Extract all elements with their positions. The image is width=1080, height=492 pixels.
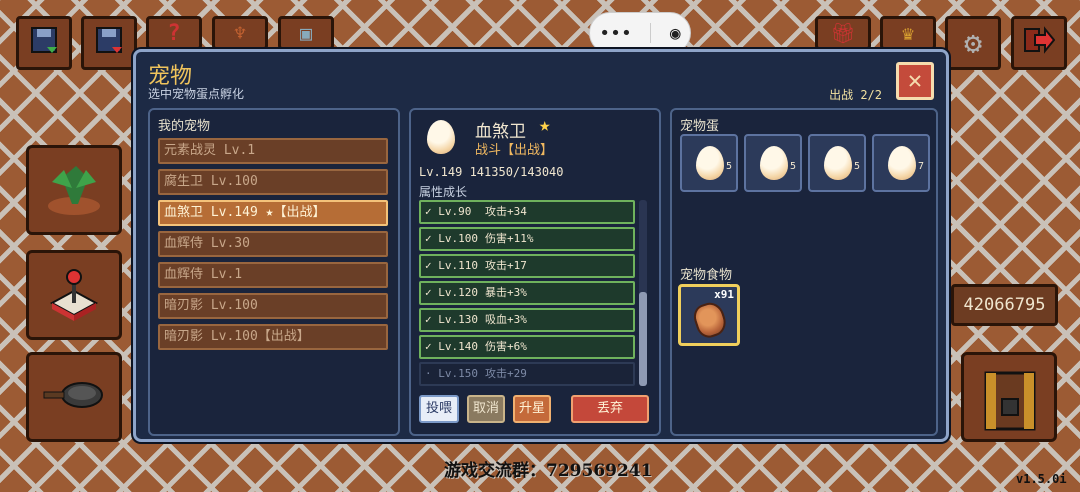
arcade-button[interactable] xyxy=(26,250,122,340)
dialog-subtitle: 选中宠物蛋点孵化 xyxy=(148,87,245,101)
egg-slot[interactable]: 5 xyxy=(744,134,802,192)
frying-pan-icon xyxy=(42,375,106,419)
close-button[interactable]: ✕ xyxy=(896,62,934,100)
cooking-button[interactable] xyxy=(26,352,122,442)
exit-button[interactable] xyxy=(1011,16,1067,70)
deploy-status: 出战 2/2 xyxy=(829,88,882,102)
attribute-row: ✓ Lv.120 暴击+3% xyxy=(419,281,635,305)
attribute-effect: 攻击+34 xyxy=(485,205,527,218)
gift-icon: 🎁︎ xyxy=(830,21,856,45)
attribute-effect: 攻击+17 xyxy=(485,259,527,272)
food-pouch-icon xyxy=(690,299,730,341)
egg-slot[interactable]: 5 xyxy=(808,134,866,192)
achievement-icon: ♆ xyxy=(233,21,247,45)
attribute-level: ✓ Lv.130 xyxy=(425,313,478,326)
discard-button[interactable]: 丢弃 xyxy=(571,395,649,423)
attribute-level: ✓ Lv.100 xyxy=(425,232,478,245)
egg-count: 5 xyxy=(789,161,796,172)
attribute-effect: 暴击+3% xyxy=(485,286,527,299)
settings-button[interactable]: ⚙ xyxy=(945,16,1001,70)
joystick-icon xyxy=(44,263,104,327)
attribute-row: ✓ Lv.140 伤害+6% xyxy=(419,335,635,359)
capsule-divider xyxy=(650,23,652,43)
load-button[interactable] xyxy=(81,16,137,70)
attribute-row-locked: · Lv.150 攻击+29 xyxy=(419,362,635,386)
gift-button[interactable]: 🎁︎ xyxy=(815,16,871,50)
garden-button[interactable] xyxy=(26,145,122,235)
version-label: v1.5.0i xyxy=(1016,472,1067,486)
attribute-row: ✓ Lv.130 吸血+3% xyxy=(419,308,635,332)
food-title: 宠物食物 xyxy=(680,268,733,283)
shop-icon: ▣ xyxy=(299,21,313,45)
egg-count: 5 xyxy=(853,161,860,172)
egg-slot[interactable]: 5 xyxy=(680,134,738,192)
attribute-row: ✓ Lv.100 伤害+11% xyxy=(419,227,635,251)
star-icon: ★ xyxy=(539,114,551,136)
egg-icon xyxy=(696,146,724,180)
egg-slot[interactable]: 7 xyxy=(872,134,930,192)
feed-button[interactable]: 投喂 xyxy=(419,395,459,423)
mini-program-capsule: ••• ◉ xyxy=(589,12,691,54)
more-icon[interactable]: ••• xyxy=(599,23,632,44)
help-icon: ? xyxy=(167,20,181,46)
gold-counter: 42066795 xyxy=(951,284,1058,326)
achievement-button[interactable]: ♆ xyxy=(212,16,268,50)
eggs-food-panel: 宠物蛋 5 5 5 7 宠物食物 x91 xyxy=(670,108,938,436)
save-download-icon xyxy=(94,25,124,62)
chest-icon xyxy=(982,369,1038,437)
egg-icon xyxy=(824,146,852,180)
gear-icon: ⚙ xyxy=(963,25,983,61)
attribute-row: ✓ Lv.90 攻击+34 xyxy=(419,200,635,224)
attribute-level: ✓ Lv.90 xyxy=(425,205,472,218)
pet-role: 战斗【出战】 xyxy=(475,143,554,158)
help-button[interactable]: ? xyxy=(146,16,202,50)
my-pets-title: 我的宠物 xyxy=(158,119,211,134)
save-icon xyxy=(29,25,59,62)
attribute-effect: 伤害+11% xyxy=(485,232,534,245)
attribute-level: ✓ Lv.140 xyxy=(425,340,478,353)
close-mini-icon[interactable]: ◉ xyxy=(670,23,681,44)
scrollbar-thumb[interactable] xyxy=(639,292,647,386)
plant-icon xyxy=(42,158,106,222)
pet-list-item[interactable]: 血辉侍 Lv.1 xyxy=(158,262,388,288)
save-button[interactable] xyxy=(16,16,72,70)
pet-dialog: 宠物 选中宠物蛋点孵化 出战 2/2 ✕ 我的宠物 元素战灵 Lv.1 腐生卫 … xyxy=(133,49,949,442)
exit-icon xyxy=(1023,25,1056,61)
ranking-button[interactable]: ♛ xyxy=(880,16,936,50)
attribute-level: ✓ Lv.110 xyxy=(425,259,478,272)
pet-list-item[interactable]: 元素战灵 Lv.1 xyxy=(158,138,388,164)
pet-list-item[interactable]: 暗刃影 Lv.100 xyxy=(158,293,388,319)
attribute-effect: 攻击+29 xyxy=(485,367,527,380)
attribute-effect: 吸血+3% xyxy=(485,313,527,326)
food-slot[interactable]: x91 xyxy=(678,284,740,346)
attr-growth-title: 属性成长 xyxy=(419,185,468,199)
upgrade-star-button[interactable]: 升星 xyxy=(513,395,551,423)
egg-count: 5 xyxy=(725,161,732,172)
egg-icon xyxy=(888,146,916,180)
chest-button[interactable] xyxy=(961,352,1057,442)
pet-list-item[interactable]: 暗刃影 Lv.100【出战】 xyxy=(158,324,388,350)
eggs-title: 宠物蛋 xyxy=(680,119,720,134)
egg-count: 7 xyxy=(917,161,924,172)
my-pets-panel: 我的宠物 元素战灵 Lv.1 腐生卫 Lv.100 血煞卫 Lv.149 ★【出… xyxy=(148,108,400,436)
shop-button[interactable]: ▣ xyxy=(278,16,334,50)
community-group-text: 游戏交流群：729569241 xyxy=(444,461,653,481)
attribute-row: ✓ Lv.110 攻击+17 xyxy=(419,254,635,278)
pet-level-exp: Lv.149 141350/143040 xyxy=(419,165,564,179)
attribute-level: · Lv.150 xyxy=(425,367,478,380)
cancel-button[interactable]: 取消 xyxy=(467,395,505,423)
food-count: x91 xyxy=(714,288,734,301)
pet-list-item[interactable]: 腐生卫 Lv.100 xyxy=(158,169,388,195)
pet-list-item-selected[interactable]: 血煞卫 Lv.149 ★【出战】 xyxy=(158,200,388,226)
attribute-scrollbar[interactable] xyxy=(639,200,647,386)
pet-detail-panel: 血煞卫 ★ 战斗【出战】 Lv.149 141350/143040 属性成长 ✓… xyxy=(409,108,661,436)
pet-list-item[interactable]: 血辉侍 Lv.30 xyxy=(158,231,388,257)
attribute-effect: 伤害+6% xyxy=(485,340,527,353)
egg-icon xyxy=(760,146,788,180)
pet-avatar-egg-icon xyxy=(427,120,455,154)
attribute-level: ✓ Lv.120 xyxy=(425,286,478,299)
ranking-icon: ♛ xyxy=(901,21,915,45)
